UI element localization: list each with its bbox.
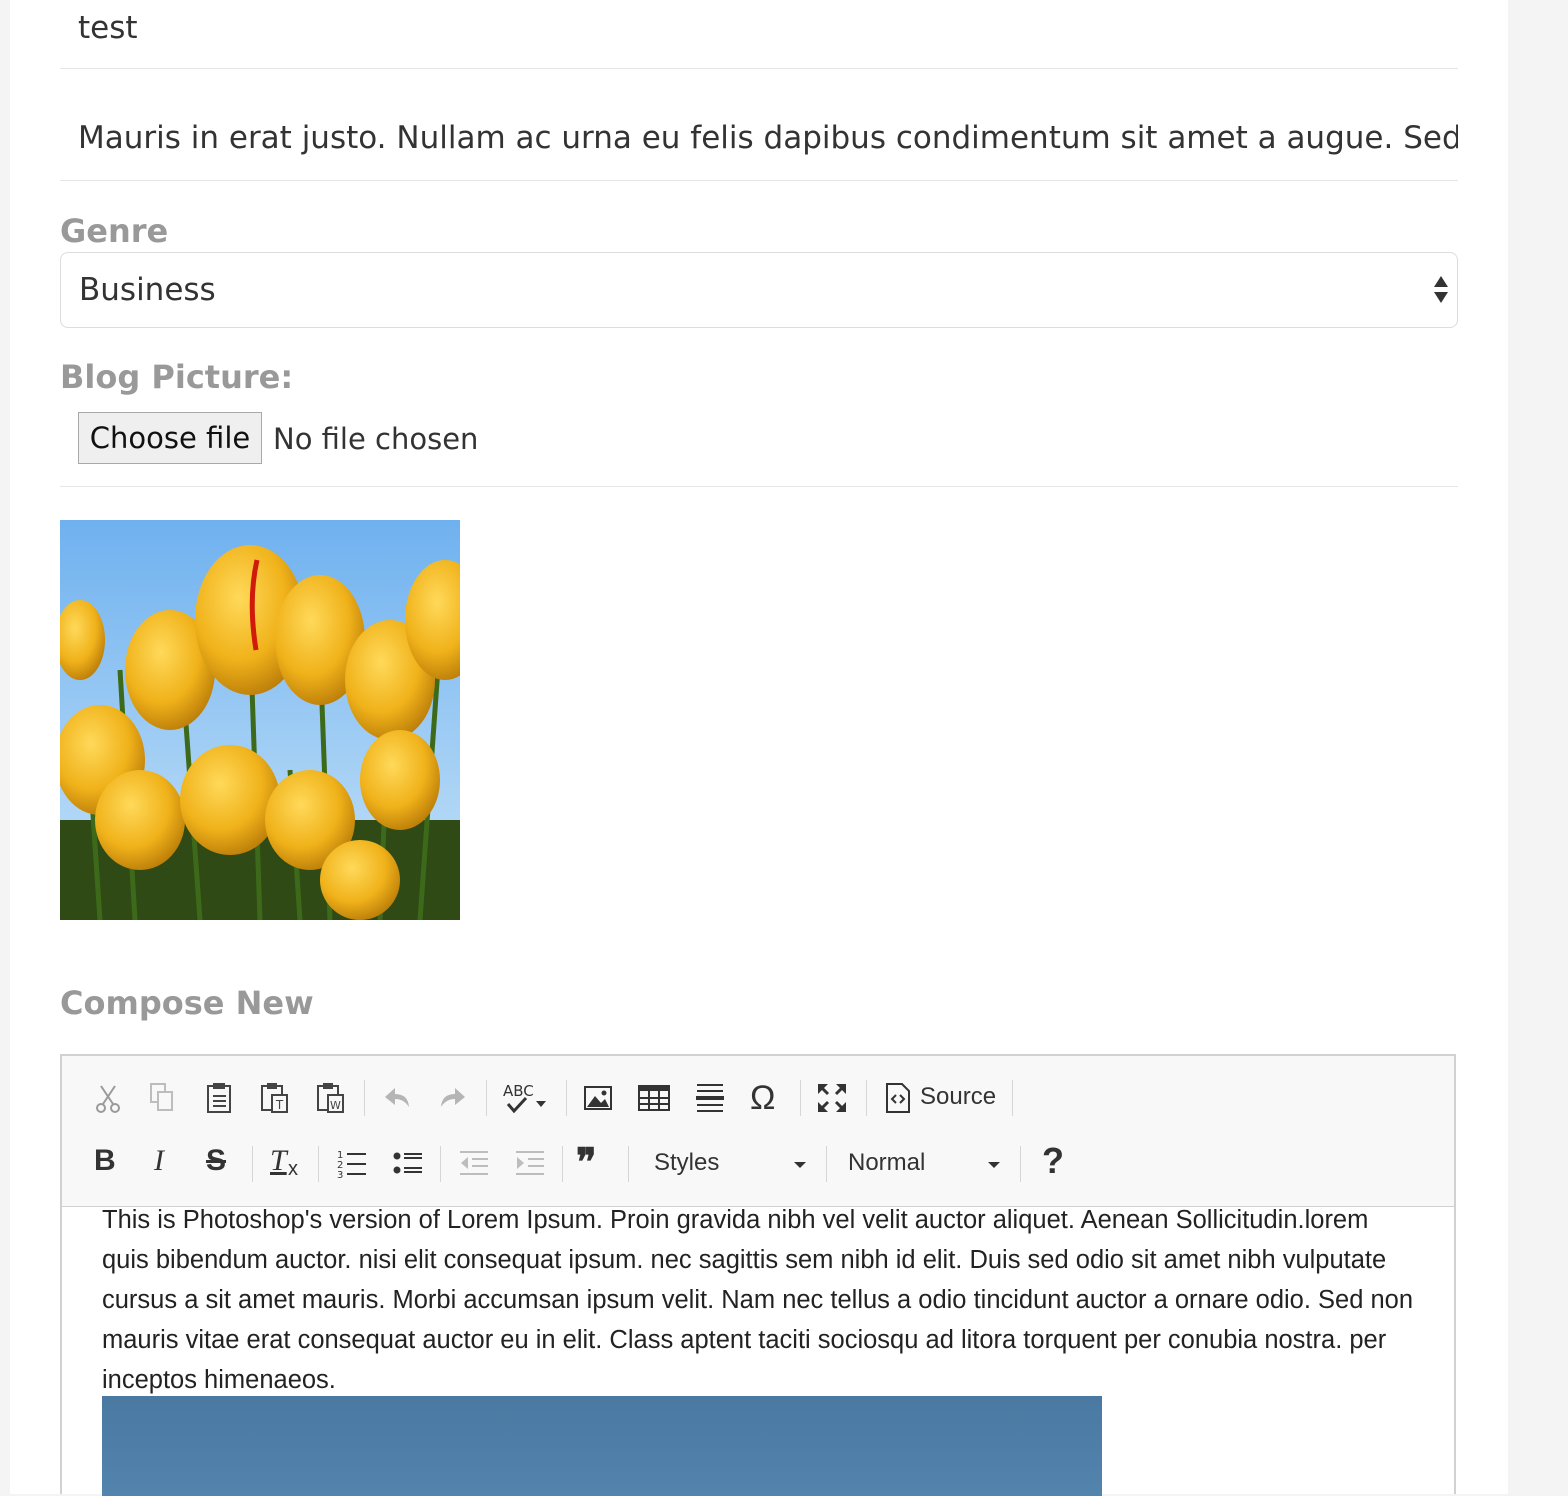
rich-text-editor: T W ABC Ω Source B I S T x 1 2 3 ❞ Style… bbox=[60, 1054, 1456, 1496]
toolbar-separator bbox=[566, 1080, 567, 1116]
toolbar-separator bbox=[486, 1080, 487, 1116]
toolbar-separator bbox=[364, 1080, 365, 1116]
bold-icon[interactable]: B bbox=[94, 1144, 116, 1178]
indent-icon[interactable] bbox=[510, 1144, 550, 1184]
toolbar-separator bbox=[440, 1146, 441, 1182]
styles-combo-label: Styles bbox=[654, 1149, 720, 1176]
remove-format-glyph: T bbox=[270, 1144, 287, 1177]
svg-text:W: W bbox=[330, 1099, 341, 1112]
paste-text-icon[interactable]: T bbox=[256, 1078, 296, 1118]
select-arrows-icon bbox=[1434, 276, 1448, 303]
editor-embedded-image bbox=[102, 1396, 1102, 1496]
toolbar-separator bbox=[1012, 1080, 1013, 1116]
remove-format-icon[interactable]: T x bbox=[266, 1144, 306, 1184]
table-icon[interactable] bbox=[634, 1078, 674, 1118]
paste-word-icon[interactable]: W bbox=[312, 1078, 352, 1118]
format-combo[interactable]: Normal bbox=[836, 1144, 1016, 1184]
help-icon[interactable]: ? bbox=[1042, 1140, 1064, 1182]
italic-icon[interactable]: I bbox=[154, 1144, 164, 1178]
cut-icon[interactable] bbox=[88, 1078, 128, 1118]
format-dropdown-arrow-icon bbox=[988, 1162, 1000, 1168]
choose-file-button[interactable]: Choose file bbox=[78, 412, 262, 464]
paste-icon[interactable] bbox=[200, 1078, 240, 1118]
blog-picture-preview bbox=[60, 520, 460, 920]
spellcheck-icon[interactable]: ABC bbox=[500, 1078, 552, 1118]
file-status-text: No file chosen bbox=[273, 422, 479, 456]
numbered-list-icon[interactable]: 123 bbox=[332, 1144, 372, 1184]
title-input-value: test bbox=[78, 10, 138, 46]
blog-picture-label: Blog Picture: bbox=[60, 358, 294, 396]
source-icon bbox=[886, 1083, 910, 1113]
redo-icon[interactable] bbox=[432, 1078, 472, 1118]
styles-combo[interactable]: Styles bbox=[642, 1144, 822, 1184]
spellcheck-abc-text: ABC bbox=[503, 1082, 534, 1100]
summary-input[interactable]: Mauris in erat justo. Nullam ac urna eu … bbox=[60, 108, 1458, 168]
toolbar-separator bbox=[866, 1080, 867, 1116]
svg-text:T: T bbox=[275, 1098, 284, 1112]
styles-dropdown-arrow-icon bbox=[794, 1162, 806, 1168]
title-underline bbox=[60, 68, 1458, 69]
remove-format-sub: x bbox=[288, 1158, 298, 1180]
compose-label: Compose New bbox=[60, 984, 314, 1022]
title-input[interactable]: test bbox=[60, 0, 1458, 60]
source-button[interactable]: Source bbox=[878, 1078, 1008, 1118]
genre-select[interactable]: Business bbox=[60, 252, 1458, 328]
image-icon[interactable] bbox=[578, 1078, 618, 1118]
format-combo-label: Normal bbox=[848, 1149, 926, 1176]
undo-icon[interactable] bbox=[378, 1078, 418, 1118]
summary-underline bbox=[60, 180, 1458, 181]
special-char-icon[interactable]: Ω bbox=[750, 1078, 775, 1118]
copy-icon[interactable] bbox=[142, 1078, 182, 1118]
picture-underline bbox=[60, 486, 1458, 487]
outdent-icon[interactable] bbox=[454, 1144, 494, 1184]
source-label: Source bbox=[920, 1083, 997, 1110]
genre-label: Genre bbox=[60, 212, 169, 250]
bulleted-list-icon[interactable] bbox=[388, 1144, 428, 1184]
toolbar-separator bbox=[826, 1146, 827, 1182]
editor-toolbar: T W ABC Ω Source B I S T x 1 2 3 ❞ Style… bbox=[62, 1056, 1454, 1207]
toolbar-separator bbox=[1020, 1146, 1021, 1182]
blockquote-icon[interactable]: ❞ bbox=[576, 1140, 596, 1185]
maximize-icon[interactable] bbox=[812, 1078, 852, 1118]
genre-selected-value: Business bbox=[79, 272, 216, 308]
toolbar-separator bbox=[318, 1146, 319, 1182]
toolbar-separator bbox=[252, 1146, 253, 1182]
horizontal-line-icon[interactable] bbox=[690, 1078, 730, 1118]
summary-input-value: Mauris in erat justo. Nullam ac urna eu … bbox=[78, 120, 1458, 156]
toolbar-separator bbox=[562, 1146, 563, 1182]
svg-text:3: 3 bbox=[337, 1170, 343, 1181]
strike-icon[interactable]: S bbox=[206, 1144, 226, 1178]
toolbar-separator bbox=[628, 1146, 629, 1182]
editor-content[interactable]: This is Photoshop's version of Lorem Ips… bbox=[102, 1200, 1422, 1400]
toolbar-separator bbox=[800, 1080, 801, 1116]
